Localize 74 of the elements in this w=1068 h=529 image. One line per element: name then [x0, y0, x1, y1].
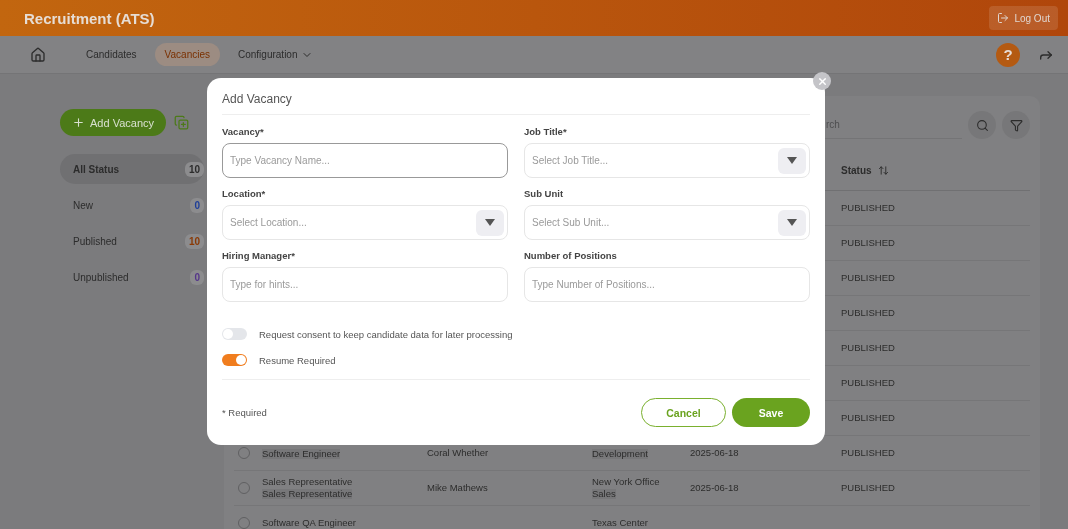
- job-title: Software Engineer: [262, 448, 341, 459]
- help-button[interactable]: ?: [996, 42, 1020, 67]
- toggle-switch[interactable]: [222, 328, 247, 340]
- field-label: Number of Positions: [524, 250, 618, 261]
- nav-tab[interactable]: Configuration: [228, 42, 324, 67]
- status: PUBLISHED: [841, 448, 896, 458]
- input-field[interactable]: Type for hints...: [222, 267, 508, 302]
- sort-icon: [877, 165, 889, 176]
- date: 2025-06-18: [690, 448, 740, 458]
- toggle-switch[interactable]: [222, 354, 247, 366]
- field-label: Sub Unit: [524, 188, 565, 199]
- status: PUBLISHED: [841, 378, 896, 388]
- close-icon: [816, 75, 828, 87]
- nav-tab[interactable]: Vacancies: [154, 43, 220, 66]
- filter-count: 10: [184, 233, 204, 249]
- field-label: Hiring Manager*: [222, 250, 296, 261]
- save-button[interactable]: Save: [732, 398, 810, 427]
- logout-button[interactable]: Log Out: [989, 6, 1058, 30]
- vacancy-name: Sales Representative: [262, 477, 354, 488]
- status: PUBLISHED: [841, 483, 896, 493]
- status: PUBLISHED: [841, 238, 896, 248]
- caret-icon: [787, 157, 797, 164]
- status-filter[interactable]: Published 10: [60, 226, 204, 256]
- column-header[interactable]: Status: [841, 165, 1030, 176]
- status: PUBLISHED: [841, 308, 896, 318]
- caret-icon: [787, 219, 797, 226]
- status: PUBLISHED: [841, 273, 896, 283]
- filter-label: All Status: [73, 163, 120, 175]
- filter-label: Published: [73, 235, 117, 247]
- app-title: Recruitment (ATS): [24, 9, 155, 27]
- search-button[interactable]: [968, 111, 996, 139]
- sub-unit: Development: [592, 448, 648, 459]
- toggle-label: Request consent to keep candidate data for later processing: [259, 328, 513, 340]
- plus-icon: [72, 116, 85, 129]
- cancel-button[interactable]: Cancel: [641, 398, 726, 427]
- select-field[interactable]: Select Location...: [222, 205, 508, 240]
- add-vacancy-button[interactable]: Add Vacancy: [60, 109, 166, 136]
- sub-unit: Sales: [592, 488, 616, 499]
- status-filter[interactable]: Unpublished 0: [60, 262, 204, 292]
- hiring-manager: Coral Whether: [427, 448, 490, 458]
- field-label: Location*: [222, 188, 267, 199]
- date: 2025-06-18: [690, 483, 740, 493]
- filter-count: 0: [190, 197, 204, 213]
- hiring-manager: Mike Mathews: [427, 483, 489, 493]
- select-field[interactable]: Select Sub Unit...: [524, 205, 810, 240]
- input-field[interactable]: Type Vacancy Name...: [222, 143, 508, 178]
- toggle-label: Resume Required: [259, 354, 336, 366]
- status: PUBLISHED: [841, 413, 896, 423]
- status: PUBLISHED: [841, 203, 896, 213]
- dialog-title: Add Vacancy: [222, 92, 810, 115]
- caret-icon: [485, 219, 495, 226]
- required-note: * Required: [222, 407, 267, 418]
- home-icon[interactable]: [30, 46, 46, 63]
- filter-button[interactable]: [1002, 111, 1030, 139]
- field-label: Vacancy*: [222, 126, 265, 137]
- filter-icon: [1009, 118, 1023, 132]
- filter-count: 10: [184, 161, 204, 177]
- vacancy-name: Software QA Engineer: [262, 518, 357, 528]
- logout-icon: [997, 12, 1010, 24]
- status: PUBLISHED: [841, 343, 896, 353]
- input-field[interactable]: Type Number of Positions...: [524, 267, 810, 302]
- nav-tab[interactable]: Candidates: [76, 43, 147, 66]
- search-icon: [975, 118, 989, 132]
- job-title: Sales Representative: [262, 488, 353, 499]
- close-button[interactable]: [813, 72, 831, 90]
- location: Texas Center: [592, 518, 649, 528]
- status-filter[interactable]: New 0: [60, 190, 204, 220]
- status-filter[interactable]: All Status 10: [60, 154, 204, 184]
- location: New York Office: [592, 477, 661, 488]
- filter-label: New: [73, 199, 93, 211]
- filter-count: 0: [190, 269, 204, 285]
- select-field[interactable]: Select Job Title...: [524, 143, 810, 178]
- field-label: Job Title*: [524, 126, 568, 137]
- filter-label: Unpublished: [73, 271, 129, 283]
